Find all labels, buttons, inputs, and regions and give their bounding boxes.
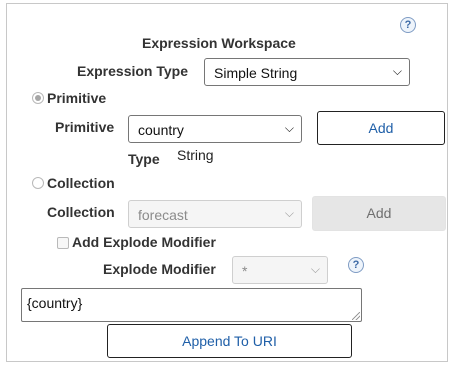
expression-textarea[interactable]: {country} <box>21 288 362 322</box>
chevron-down-icon: ⌵ <box>284 206 294 220</box>
chevron-down-icon: ⌵ <box>392 64 402 78</box>
panel-title: Expression Workspace <box>142 35 296 51</box>
primitive-field-label: Primitive <box>55 119 115 135</box>
collection-field-label: Collection <box>47 204 115 220</box>
expression-type-label: Expression Type <box>77 63 189 79</box>
primitive-radio-label: Primitive <box>47 90 107 106</box>
explode-modifier-checkbox-label: Add Explode Modifier <box>72 234 216 250</box>
primitive-radio[interactable] <box>32 92 44 104</box>
explode-modifier-checkbox[interactable] <box>57 237 69 249</box>
expression-type-select[interactable]: Simple String ⌵ <box>204 58 410 86</box>
append-to-uri-button[interactable]: Append To URI <box>107 324 352 358</box>
primitive-add-button[interactable]: Add <box>317 111 445 145</box>
primitive-select[interactable]: country ⌵ <box>128 115 302 143</box>
type-value: String <box>177 147 214 163</box>
explode-help-icon[interactable]: ? <box>348 257 364 273</box>
collection-radio-label: Collection <box>47 175 115 191</box>
chevron-down-icon: ⌵ <box>284 121 294 135</box>
explode-modifier-label: Explode Modifier <box>103 261 216 277</box>
explode-modifier-select[interactable]: * ⌵ <box>232 256 328 284</box>
collection-radio[interactable] <box>32 177 44 189</box>
collection-select[interactable]: forecast ⌵ <box>128 200 302 228</box>
resize-grip-icon[interactable] <box>352 312 360 320</box>
chevron-down-icon: ⌵ <box>310 262 320 276</box>
expression-workspace-panel: ? Expression Workspace Expression Type S… <box>6 3 448 362</box>
collection-add-button[interactable]: Add <box>312 196 446 231</box>
help-icon[interactable]: ? <box>400 17 416 33</box>
type-label: Type <box>128 151 160 167</box>
